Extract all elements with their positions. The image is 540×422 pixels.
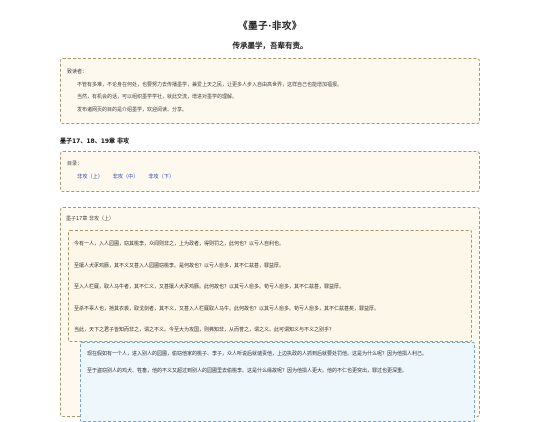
toc-link-middle[interactable]: 非攻（中） xyxy=(113,174,139,180)
page-title: 《墨子·非攻》 xyxy=(238,21,302,32)
translation-paragraph: 至于盗窃别人的鸡犬、牲畜，他的不义又超过到别人的园圃里去偷桃李。这是什么缘故呢？… xyxy=(87,368,408,374)
intro-line: 当然，有机会的话，可以组织墨学学社，就此交流，增进对墨学的理解。 xyxy=(77,94,238,100)
toc-label: 目录： xyxy=(67,161,83,167)
intro-line: 发布诸网页的目的是介绍墨学，欢迎阅读、分享。 xyxy=(77,106,188,113)
section-title: 墨子17、18、19章 非攻 xyxy=(60,138,130,145)
chapter-box: 墨子17章 非攻（上） 今有一人，入人园圃，窃其桃李，众闻则非之，上为政者，得则… xyxy=(60,207,480,422)
original-paragraph: 今有一人，入人园圃，窃其桃李，众闻则非之，上为政者，得则罚之，此何也？以亏人自利… xyxy=(74,241,285,247)
original-text-box: 今有一人，入人园圃，窃其桃李，众闻则非之，上为政者，得则罚之，此何也？以亏人自利… xyxy=(68,230,472,342)
original-paragraph: 至杀不辜人也，扡其衣裘，取戈剑者，其不义，又甚入人栏厩取人马牛。此何故也？以其亏… xyxy=(74,305,380,312)
intro-greeting: 致读者： xyxy=(67,69,88,75)
translation-paragraph: 现在假如有一个人，进入别人的园圃，偷窃他家的桃子、李子，众人听说后就谴责他，上边… xyxy=(87,351,428,357)
intro-line: 不管有多难，不论身在何处，也要努力去传播墨学，兼爱上天之民，让更多人步入自由高世… xyxy=(77,81,343,88)
toc-link-upper[interactable]: 非攻（上） xyxy=(77,174,103,180)
original-paragraph: 当此，天下之君子皆知而非之，谓之不义。今至大为攻国，则弗知非，从而誉之，谓之义。… xyxy=(74,327,335,333)
toc-link-lower[interactable]: 非攻（下） xyxy=(148,174,174,180)
page-subtitle: 传承墨学，吾辈有责。 xyxy=(232,41,308,50)
intro-box: 致读者： 不管有多难，不论身在何处，也要努力去传播墨学，兼爱上天之民，让更多人步… xyxy=(60,58,480,124)
chapter-label: 墨子17章 非攻（上） xyxy=(66,216,114,222)
translation-box: 现在假如有一个人，进入别人的园圃，偷窃他家的桃子、李子，众人听说后就谴责他，上边… xyxy=(80,342,475,422)
original-paragraph: 至入人栏厩，取人马牛者，其不仁义，又甚攘人犬豕鸡豚。此何故也？以其亏人愈多。苟亏… xyxy=(74,284,345,290)
original-paragraph: 至攘人犬豕鸡豚，其不义又甚入人园圃窃桃李。是何故也？以亏人愈多，其不仁兹甚，罪益… xyxy=(74,262,285,269)
toc-links: 非攻（上） 非攻（中） 非攻（下） xyxy=(67,173,473,180)
page: 《墨子·非攻》 传承墨学，吾辈有责。 致读者： 不管有多难，不论身在何处，也要努… xyxy=(0,0,540,422)
toc-box: 目录： 非攻（上） 非攻（中） 非攻（下） xyxy=(60,151,480,192)
